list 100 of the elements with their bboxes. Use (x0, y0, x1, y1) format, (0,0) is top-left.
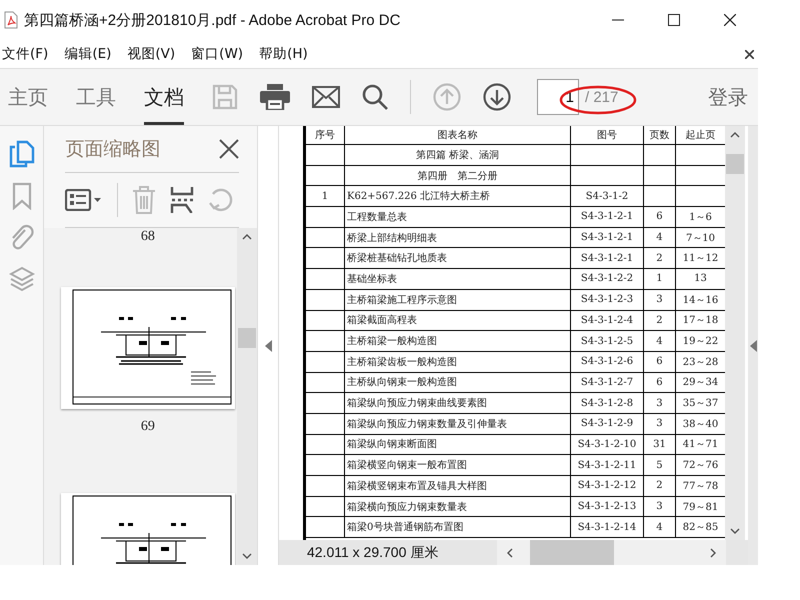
scrollbar-thumb[interactable] (726, 154, 744, 174)
chevron-up-icon[interactable] (730, 132, 740, 138)
table-cell (306, 455, 345, 476)
table-cell: S4-3-1-2-8 (570, 393, 644, 414)
table-cell: 3 (644, 393, 676, 414)
printer-icon[interactable] (260, 84, 290, 110)
chevron-down-icon[interactable] (730, 528, 740, 534)
table-cell: 31 (644, 434, 676, 456)
table-cell: 5 (644, 455, 676, 476)
table-cell: 2 (644, 310, 676, 332)
table-cell: S4-3-1-2-7 (570, 372, 644, 394)
table-cell: 1 (644, 269, 676, 290)
table-cell (306, 434, 345, 456)
table-cell (306, 248, 345, 270)
page-count: / 217 (585, 88, 618, 106)
table-cell: S4-3-1-2-12 (570, 476, 644, 497)
table-cell: S4-3-1-2-11 (570, 455, 644, 476)
table-cell: 主桥箱梁齿板一般构造图 (344, 352, 571, 373)
table-cell: 箱梁横向预应力钢束数量表 (344, 496, 571, 518)
table-cell: 6 (644, 352, 676, 373)
scrollbar-thumb[interactable] (238, 328, 256, 348)
menu-item[interactable]: 编辑(E) (64, 45, 112, 63)
page-label: 68 (140, 229, 155, 245)
page-thumbnail[interactable] (60, 287, 235, 409)
vertical-scrollbar[interactable] (724, 126, 745, 540)
table-cell: 箱梁横竖向钢束一般布置图 (344, 455, 571, 476)
table-cell: S4-3-1-2-6 (570, 352, 644, 373)
close-icon[interactable] (745, 50, 754, 58)
menu-item[interactable]: 文件(F) (2, 45, 48, 63)
menu-item[interactable]: 帮助(H) (259, 45, 308, 63)
table-cell: 桥梁桩基础钻孔地质表 (344, 248, 571, 270)
search-icon[interactable] (362, 84, 388, 110)
table-cell: 4 (644, 228, 676, 248)
table-cell: 箱梁横竖钢束布置及锚具大样图 (344, 476, 571, 497)
table-cell: 2 (644, 476, 676, 497)
extract-pages-icon[interactable] (170, 186, 194, 214)
menu-item[interactable]: 窗口(W) (191, 45, 244, 63)
table-cell: 4 (644, 517, 676, 538)
pages-icon[interactable] (8, 140, 35, 168)
table-cell: S4-3-1-2-4 (570, 310, 644, 332)
table-cell: 基础坐标表 (344, 269, 571, 290)
table-cell: 主桥箱梁一般构造图 (344, 331, 571, 352)
mail-icon[interactable] (312, 86, 340, 108)
table-cell: 6 (644, 207, 676, 228)
table-cell: S4-3-1-2-3 (570, 290, 644, 310)
vertical-scrollbar[interactable] (237, 228, 258, 565)
options-icon[interactable] (65, 189, 104, 211)
chevron-right-icon[interactable] (710, 548, 716, 558)
panel-title: 页面缩略图 (65, 137, 162, 162)
table-cell: 第四篇 桥梁、涵洞 (344, 145, 571, 166)
table-cell: 3 (644, 496, 676, 518)
close-icon[interactable] (724, 14, 736, 26)
table-cell (306, 393, 345, 414)
chevron-down-icon[interactable] (242, 553, 252, 559)
table-cell (644, 186, 676, 208)
table-cell: 6 (644, 372, 676, 394)
table-cell (306, 310, 345, 332)
table-cell: 箱梁纵向预应力钢束数量及引伸量表 (344, 414, 571, 435)
horizontal-scrollbar[interactable] (496, 540, 726, 565)
table-cell: 3 (644, 290, 676, 310)
table-cell (306, 414, 345, 435)
table-cell (306, 290, 345, 310)
table-cell: S4-3-1-2 (570, 186, 644, 208)
table-cell: S4-3-1-2-1 (570, 248, 644, 270)
table-cell (306, 145, 345, 166)
sign-in-link[interactable]: 登录 (708, 84, 748, 110)
column-header: 图号 (570, 126, 644, 145)
page-label: 69 (140, 419, 155, 435)
paperclip-icon[interactable] (10, 224, 34, 252)
pdf-file-icon (4, 11, 18, 29)
table-cell: S4-3-1-2-13 (570, 496, 644, 518)
table-cell (644, 145, 676, 166)
table-cell (306, 228, 345, 248)
toolbar-tab[interactable]: 工具 (76, 69, 116, 125)
table-cell: 箱梁0号块普通钢筋布置图 (344, 517, 571, 538)
table-cell: S4-3-1-2-1 (570, 207, 644, 228)
chevron-up-icon[interactable] (242, 234, 252, 240)
table-cell (306, 372, 345, 394)
table-cell: S4-3-1-2-14 (570, 517, 644, 538)
table-cell (644, 166, 676, 186)
window-title: 第四篇桥涵+2分册201810月.pdf - Adobe Acrobat Pro DC (24, 10, 402, 30)
table-cell (306, 331, 345, 352)
column-header: 页数 (644, 126, 676, 145)
table-cell: 第四册 第二分册 (344, 166, 571, 186)
table-cell: K62+567.226 北江特大桥主桥 (344, 186, 571, 208)
toolbar-tab[interactable]: 主页 (8, 69, 48, 125)
column-header: 序号 (306, 126, 345, 145)
table-cell: 主桥箱梁施工程序示意图 (344, 290, 571, 310)
table-cell: S4-3-1-2-1 (570, 228, 644, 248)
table-cell: 2 (644, 248, 676, 270)
column-header: 图表名称 (344, 126, 571, 145)
close-icon[interactable] (219, 139, 240, 159)
table-cell (306, 166, 345, 186)
scrollbar-thumb[interactable] (530, 540, 614, 565)
table-cell: 4 (644, 331, 676, 352)
table-cell: S4-3-1-2-9 (570, 414, 644, 435)
maximize-icon[interactable] (668, 14, 680, 26)
chevron-left-icon[interactable] (506, 548, 513, 558)
collapse-left-icon[interactable] (264, 340, 272, 352)
menu-item[interactable]: 视图(V) (127, 45, 176, 63)
